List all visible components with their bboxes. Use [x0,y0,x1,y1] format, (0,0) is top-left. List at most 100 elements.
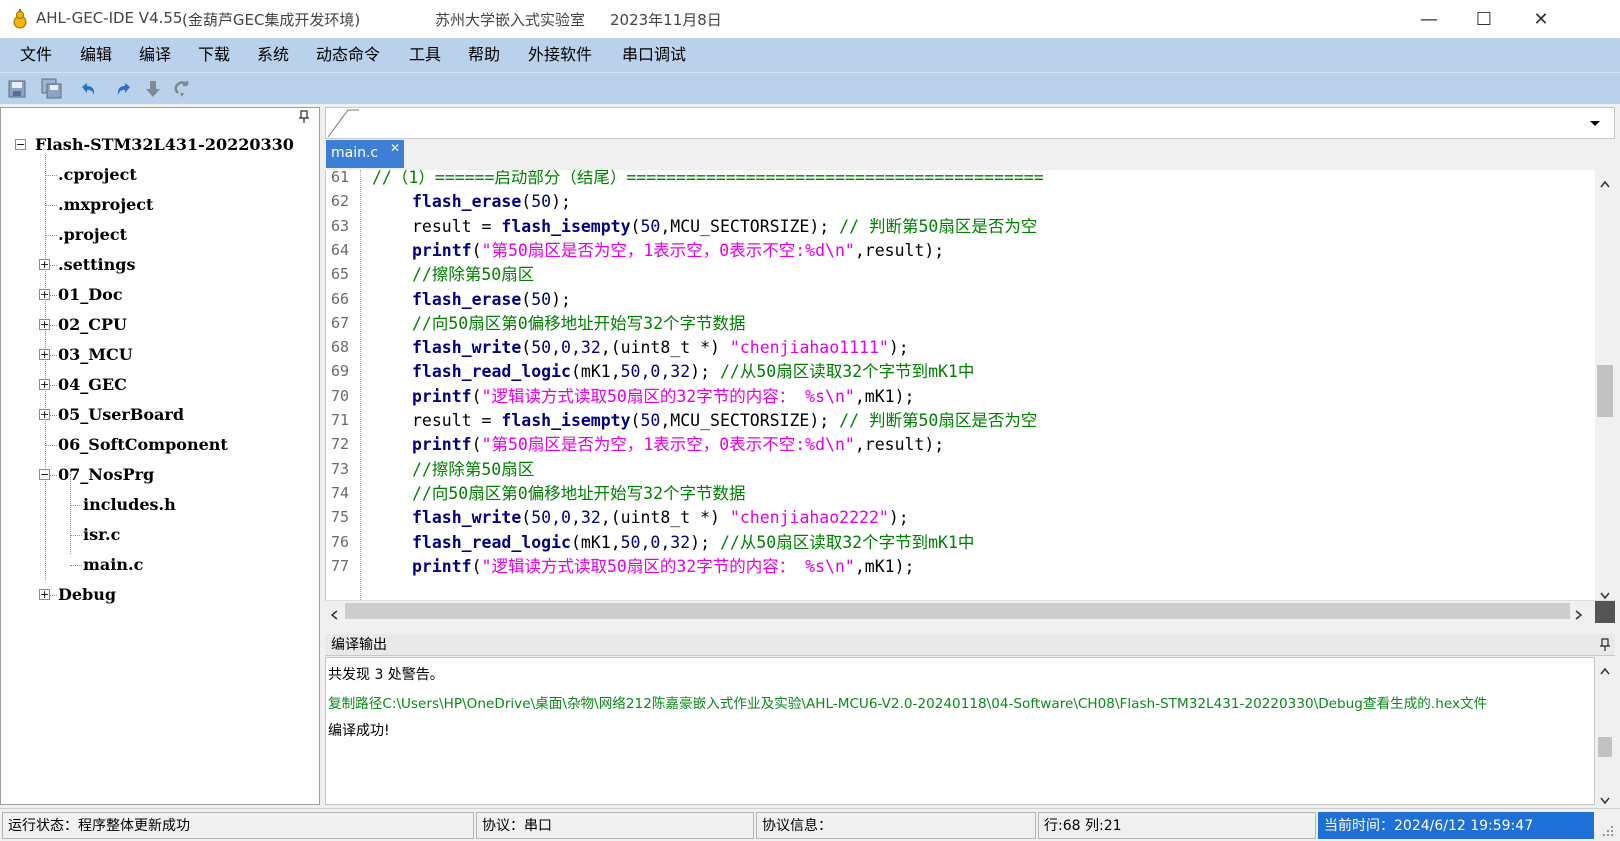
collapse-icon[interactable]: − [39,469,50,480]
code-token: 50,0,32 [620,362,691,382]
tree-item-label: 06_SoftComponent [58,435,228,454]
scroll-down-icon[interactable] [1600,791,1610,805]
tab-dropdown-icon[interactable] [1588,116,1602,130]
editor-hscroll-thumb[interactable] [345,603,1570,619]
scroll-down-icon[interactable] [1600,586,1610,600]
code-token: 50,0,32 [531,508,601,528]
code-token: 50 [531,289,552,309]
code-token: ,mK1); [854,556,915,576]
expand-icon[interactable]: + [39,379,50,390]
code-token: printf [412,386,472,406]
code-token: printf [412,240,472,260]
redo-alt-icon[interactable] [170,77,194,101]
collapse-icon[interactable]: − [15,139,26,150]
code-token: //从50扇区读取32个字节到mK1中 [719,532,975,552]
tree-item-label: .mxproject [58,195,154,214]
output-vscroll-thumb[interactable] [1598,737,1612,757]
menu-download[interactable]: 下载 [198,38,230,72]
tree-connector [45,205,57,206]
menu-edit[interactable]: 编辑 [80,38,112,72]
menu-help[interactable]: 帮助 [468,38,500,72]
line-number: 61 [331,170,350,186]
menu-tools[interactable]: 工具 [409,38,441,72]
expand-icon[interactable]: + [39,349,50,360]
code-token: //（1）======启动部分（结尾）=====================… [372,170,1044,187]
code-token: ,mK1); [854,386,915,406]
editor-vscroll-thumb[interactable] [1597,365,1613,417]
line-number: 76 [331,532,350,551]
save-icon[interactable] [5,77,29,101]
output-vertical-scrollbar[interactable] [1595,657,1615,805]
line-number: 75 [331,508,350,527]
maximize-button[interactable]: ☐ [1455,0,1513,38]
code-text: printf("第50扇区是否为空，1表示空，0表示不空:%d\n",resul… [412,238,944,263]
tab-close-icon[interactable]: ✕ [390,141,402,155]
status-protocol-info: 协议信息： [756,812,1036,839]
menu-system[interactable]: 系统 [257,38,289,72]
menu-external-software[interactable]: 外接软件 [528,38,592,72]
close-button[interactable]: ✕ [1512,0,1570,38]
output-path-line[interactable]: 复制路径C:\Users\HP\OneDrive\桌面\杂物\网络212陈嘉豪嵌… [328,692,1487,712]
scroll-up-icon[interactable] [1600,174,1610,188]
code-token: flash_erase [412,289,522,309]
scroll-right-icon[interactable] [1575,606,1585,620]
save-all-icon[interactable] [40,77,64,101]
code-editor[interactable]: 61 //（1）======启动部分（结尾）===================… [325,170,1595,600]
code-token: flash_read_logic [412,362,571,382]
expand-icon[interactable]: + [39,319,50,330]
release-date: 2023年11月8日 [610,11,722,29]
code-token: ); [690,532,720,552]
tree-connector [45,235,57,236]
line-number: 63 [331,216,350,235]
output-panel-header: 编译输出 [325,634,1615,656]
tree-pin-icon[interactable] [296,110,312,126]
scroll-up-icon[interactable] [1600,661,1610,675]
toolbar [0,72,1620,104]
app-logo-icon [10,9,30,29]
output-pin-icon[interactable] [1599,637,1611,659]
code-token: result = [412,216,502,236]
status-bar: 运行状态：程序整体更新成功 协议：串口 协议信息： 行:68 列:21 当前时间… [0,808,1620,841]
code-token: ); [551,289,571,309]
code-token: ( [471,435,482,455]
code-text: result = flash_isempty(50,MCU_SECTORSIZE… [412,214,1037,239]
output-text-area[interactable]: 共发现 3 处警告。 复制路径C:\Users\HP\OneDrive\桌面\杂… [325,657,1595,805]
code-token: ,(uint8_t *) [600,508,730,528]
tree-item-label: 02_CPU [58,315,127,334]
line-number: 73 [331,459,350,478]
menu-serial-debug[interactable]: 串口调试 [622,38,686,72]
code-text: printf("逻辑读方式读取50扇区的32字节的内容： %s\n",mK1); [412,384,914,409]
expand-icon[interactable]: + [39,589,50,600]
code-text: //擦除第50扇区 [412,457,534,482]
code-token: //擦除第50扇区 [412,459,535,479]
line-number: 77 [331,556,350,575]
app-title: AHL-GEC-IDE V4.55 [36,9,183,27]
code-token: ( [521,192,532,212]
line-number: 70 [331,386,350,405]
code-token: //向50扇区第0偏移地址开始写32个字节数据 [412,313,746,333]
code-token: "逻辑读方式读取50扇区的32字节的内容： %s\n" [481,556,855,576]
expand-icon[interactable]: + [39,259,50,270]
redo-icon[interactable] [112,77,136,101]
code-text: printf("逻辑读方式读取50扇区的32字节的内容： %s\n",mK1); [412,554,914,579]
undo-icon[interactable] [76,77,100,101]
download-icon[interactable] [141,77,165,101]
expand-icon[interactable]: + [39,409,50,420]
menu-file[interactable]: 文件 [20,38,52,72]
menu-compile[interactable]: 编译 [139,38,171,72]
code-token: 50 [640,411,661,430]
code-token: "第50扇区是否为空，1表示空，0表示不空:%d\n" [481,435,855,455]
minimize-button[interactable]: — [1400,0,1458,38]
expand-icon[interactable]: + [39,289,50,300]
code-token: ( [630,216,641,236]
tree-connector [70,535,82,536]
resize-grip-icon[interactable] [1600,823,1614,837]
tree-item-label: .project [58,225,127,244]
code-token: // 判断第50扇区是否为空 [839,411,1038,430]
code-token: flash_write [412,508,522,528]
code-token: 50 [531,192,552,212]
menu-dynamic-command[interactable]: 动态命令 [316,38,380,72]
scroll-left-icon[interactable] [330,606,340,620]
status-current-time: 当前时间：2024/6/12 19:59:47 [1318,812,1594,839]
output-success-line: 编译成功! [328,723,390,739]
